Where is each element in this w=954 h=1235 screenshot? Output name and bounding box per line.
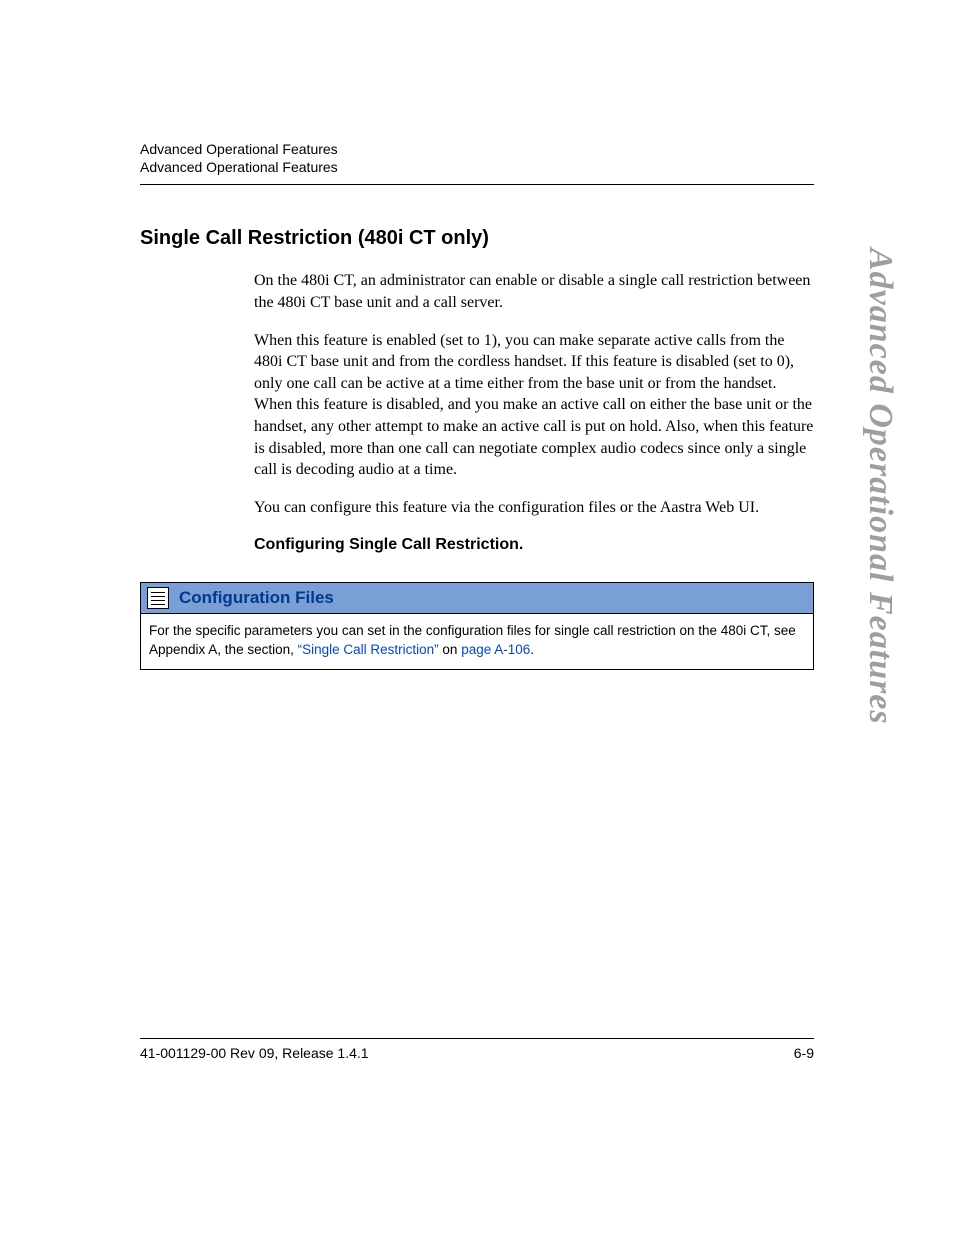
page: Advanced Operational Features Advanced O…	[0, 0, 954, 1235]
paragraph-2: When this feature is enabled (set to 1),…	[254, 330, 814, 481]
running-header-line2: Advanced Operational Features	[140, 158, 814, 176]
config-body-text-post: .	[530, 642, 534, 657]
configuration-files-header: Configuration Files	[141, 583, 813, 614]
running-header: Advanced Operational Features Advanced O…	[140, 140, 814, 176]
footer-page-number: 6-9	[794, 1045, 814, 1061]
running-header-line1: Advanced Operational Features	[140, 140, 814, 158]
paragraph-1: On the 480i CT, an administrator can ena…	[254, 270, 814, 313]
paragraph-3: You can configure this feature via the c…	[254, 497, 814, 519]
page-footer: 41-001129-00 Rev 09, Release 1.4.1 6-9	[140, 1038, 814, 1061]
body-column: On the 480i CT, an administrator can ena…	[254, 270, 814, 554]
section-title: Single Call Restriction (480i CT only)	[140, 227, 814, 250]
subheading: Configuring Single Call Restriction.	[254, 536, 814, 554]
configuration-files-title: Configuration Files	[179, 588, 334, 608]
header-rule	[140, 184, 814, 185]
footer-left: 41-001129-00 Rev 09, Release 1.4.1	[140, 1045, 369, 1061]
footer-rule	[140, 1038, 814, 1039]
side-tab-label: Advanced Operational Features	[861, 248, 899, 725]
configuration-files-box: Configuration Files For the specific par…	[140, 582, 814, 669]
config-body-text-mid: on	[439, 642, 462, 657]
cross-reference-link-page[interactable]: page A-106	[461, 642, 530, 657]
content-area: Advanced Operational Features Advanced O…	[140, 140, 814, 670]
document-icon	[147, 587, 169, 609]
configuration-files-body: For the specific parameters you can set …	[141, 614, 813, 668]
cross-reference-link-section[interactable]: “Single Call Restriction”	[298, 642, 439, 657]
